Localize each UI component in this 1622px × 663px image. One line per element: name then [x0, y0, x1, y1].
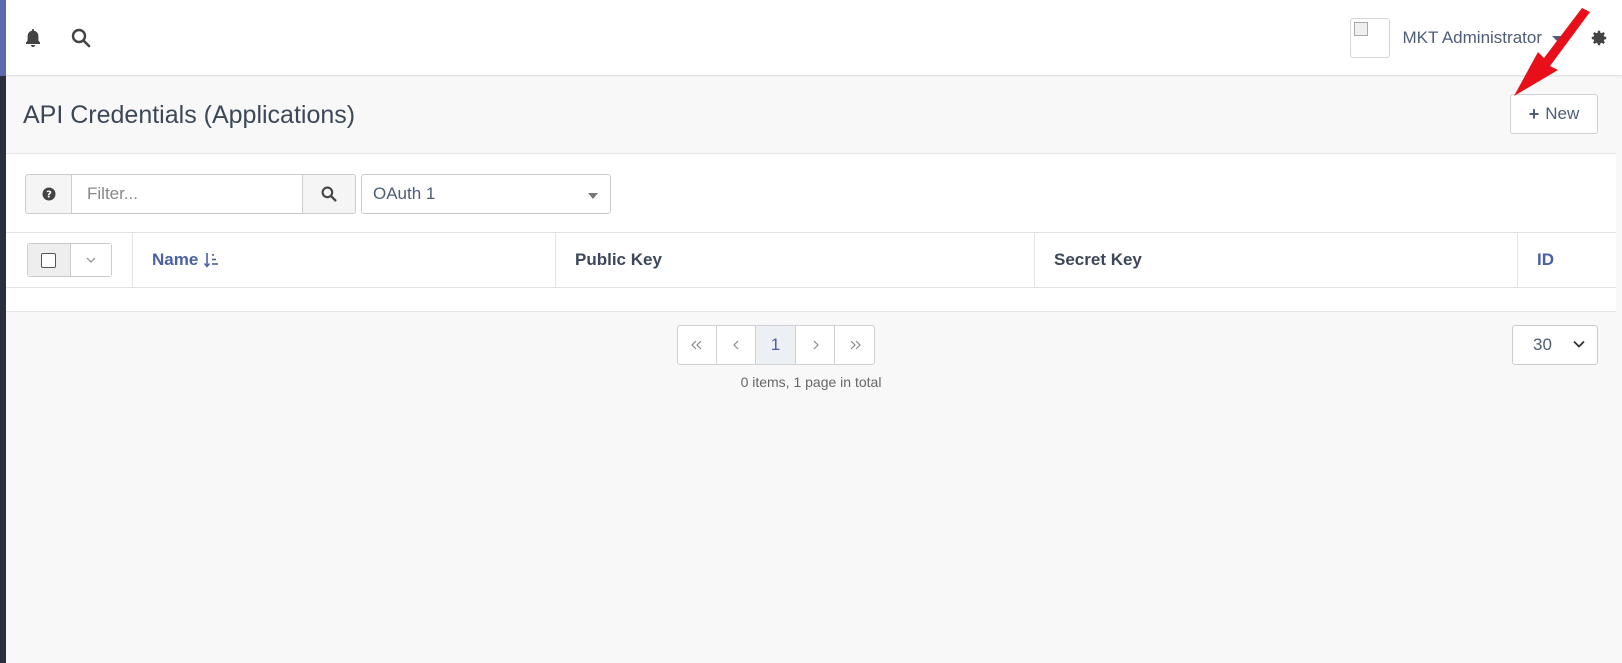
avatar: [1350, 18, 1391, 58]
column-header-name[interactable]: Name: [133, 233, 556, 287]
per-page-value: 30: [1533, 335, 1552, 354]
top-navbar: MKT Administrator: [6, 0, 1622, 76]
search-icon[interactable]: [68, 25, 94, 51]
column-header-public-key[interactable]: Public Key: [556, 233, 1035, 287]
filter-bar: ? OAuth 1: [25, 174, 611, 214]
plus-icon: +: [1528, 103, 1540, 124]
column-secret-key-label: Secret Key: [1054, 250, 1142, 269]
column-header-id[interactable]: ID: [1518, 233, 1616, 287]
double-chevron-left-icon: [691, 340, 702, 350]
select-all-checkbox[interactable]: [27, 244, 71, 276]
caret-down-icon: [588, 193, 598, 199]
new-button-label: New: [1545, 104, 1580, 123]
column-id-label: ID: [1537, 250, 1554, 269]
sort-ascending-icon: [204, 253, 219, 268]
user-menu[interactable]: MKT Administrator: [1350, 18, 1562, 58]
page-title: API Credentials (Applications): [23, 101, 356, 129]
prev-page-button[interactable]: [717, 326, 756, 364]
svg-text:?: ?: [46, 190, 52, 201]
credentials-panel: ? OAuth 1 Name Public Key: [6, 154, 1616, 408]
column-public-key-label: Public Key: [575, 250, 662, 269]
chevron-down-icon: [1552, 35, 1562, 41]
last-page-button[interactable]: [835, 326, 874, 364]
bulk-select-group: [26, 243, 112, 277]
gear-icon[interactable]: [1586, 25, 1612, 51]
column-name-label: Name: [152, 250, 199, 269]
double-chevron-right-icon: [850, 340, 861, 350]
chevron-left-icon: [732, 340, 738, 350]
chevron-right-icon: [813, 340, 819, 350]
pagination-summary: 0 items, 1 page in total: [740, 374, 882, 390]
per-page-select[interactable]: 30: [1512, 325, 1598, 365]
bulk-actions-dropdown[interactable]: [70, 244, 111, 276]
user-name: MKT Administrator: [1402, 28, 1542, 47]
chevron-down-icon: [86, 257, 95, 263]
filter-input[interactable]: [71, 174, 303, 214]
new-button[interactable]: + New: [1510, 94, 1598, 134]
filter-search-button[interactable]: [303, 174, 356, 214]
question-circle-icon[interactable]: ?: [25, 174, 71, 214]
bell-icon[interactable]: [20, 25, 46, 51]
page-number-button[interactable]: 1: [756, 326, 796, 364]
auth-type-value: OAuth 1: [373, 184, 436, 203]
search-icon: [321, 186, 337, 202]
page-header: API Credentials (Applications) + New: [6, 77, 1616, 154]
select-all-column: [6, 233, 133, 287]
table-footer: 1 0 items, 1 page in total 30: [6, 311, 1616, 408]
next-page-button[interactable]: [796, 326, 835, 364]
auth-type-select[interactable]: OAuth 1: [361, 174, 611, 214]
chevron-down-icon: [1573, 340, 1585, 348]
column-header-secret-key[interactable]: Secret Key: [1035, 233, 1518, 287]
checkbox-icon: [41, 252, 56, 268]
first-page-button[interactable]: [678, 326, 717, 364]
pagination: 1: [677, 325, 875, 365]
table-header: Name Public Key Secret Key ID: [6, 232, 1616, 288]
